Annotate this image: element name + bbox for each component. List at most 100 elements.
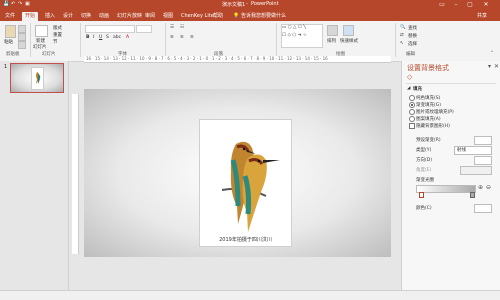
quick-styles-label[interactable]: 快速样式: [340, 38, 358, 44]
fill-section-header[interactable]: 填充: [413, 86, 422, 92]
align-center-icon[interactable]: ≡: [180, 35, 184, 40]
tab-design[interactable]: 设计: [60, 12, 76, 21]
arrange-icon[interactable]: [327, 25, 338, 36]
font-name-dropdown[interactable]: [85, 25, 135, 33]
direction-dropdown[interactable]: [474, 156, 492, 165]
title-bar: 💾 ↶ ↷ ▣ 演示文稿1 - PowerPoint ▭ – ▢ ✕: [0, 0, 500, 10]
maximize-button[interactable]: ▢: [464, 0, 476, 10]
collapse-ribbon-icon[interactable]: ⌃: [490, 51, 494, 56]
fill-bucket-icon[interactable]: ◇: [407, 73, 412, 81]
pane-options-icon[interactable]: ▾: [488, 63, 491, 70]
group-clipboard: 剪贴板: [6, 52, 20, 57]
arrange-label[interactable]: 排列: [327, 38, 336, 44]
gradient-fill-radio[interactable]: [409, 102, 415, 108]
picture-fill-label[interactable]: 图片或纹理填充(P): [416, 109, 454, 115]
shadow-icon[interactable]: S: [106, 35, 109, 40]
align-right-icon[interactable]: ≡: [190, 35, 194, 40]
present-icon[interactable]: ▣: [25, 1, 30, 7]
copy-icon[interactable]: [18, 33, 26, 41]
ribbon-display-icon[interactable]: ▭: [436, 0, 448, 10]
minimize-button[interactable]: –: [450, 0, 462, 10]
shape-icons[interactable]: ▭ ○ △ ⬠ ╲: [282, 25, 306, 30]
bee-eater-birds-image: [221, 141, 280, 232]
pattern-fill-label[interactable]: 图案填充(A): [416, 116, 441, 122]
tab-view[interactable]: 视图: [160, 12, 176, 21]
tab-help[interactable]: 帮助: [210, 12, 226, 21]
reset-button[interactable]: 重置: [53, 32, 62, 38]
find-button[interactable]: 查找: [408, 25, 417, 31]
solid-fill-radio[interactable]: [409, 95, 415, 101]
solid-fill-label[interactable]: 纯色填充(S): [416, 95, 440, 101]
tab-file[interactable]: 文件: [2, 12, 18, 21]
picture-fill-radio[interactable]: [409, 109, 415, 115]
replace-button[interactable]: 替换: [408, 33, 417, 39]
tab-review[interactable]: 审阅: [142, 12, 158, 21]
quick-styles-icon[interactable]: [343, 25, 354, 36]
underline-icon[interactable]: U: [99, 35, 102, 40]
gradient-stops-bar[interactable]: [416, 185, 476, 193]
italic-icon[interactable]: I: [93, 35, 94, 40]
gradient-stop-handle[interactable]: [470, 192, 475, 198]
bullets-icon[interactable]: ☰: [170, 25, 174, 30]
save-icon[interactable]: 💾: [3, 1, 9, 7]
ruler-marks: 16 · 15 · 14 · 13 · 12 · 11 · 10 · 9 · 8…: [86, 56, 328, 61]
align-left-icon[interactable]: ≡: [170, 35, 174, 40]
gradient-stop-handle[interactable]: [419, 192, 424, 198]
shape-icons-row2[interactable]: ☐ ◇ ⬡ ➔ ☆: [282, 33, 307, 38]
redo-icon[interactable]: ↷: [18, 1, 22, 7]
hide-background-checkbox[interactable]: [409, 123, 415, 129]
slide-thumbnail[interactable]: [10, 63, 64, 93]
divider: [30, 23, 31, 57]
close-button[interactable]: ✕: [480, 0, 492, 10]
hide-background-label[interactable]: 隐藏背景图形(H): [416, 123, 450, 129]
title-separator: -: [246, 1, 248, 7]
font-color-icon[interactable]: A: [126, 35, 129, 40]
find-icon[interactable]: 🔍: [400, 25, 406, 30]
layout-button[interactable]: 版式: [53, 25, 62, 31]
new-slide-label-2[interactable]: 幻灯片: [33, 44, 47, 50]
photo-frame[interactable]: 2019年拍摄于四川汶川: [199, 119, 292, 247]
font-size-dropdown[interactable]: [136, 25, 152, 33]
photo-caption[interactable]: 2019年拍摄于四川汶川: [200, 236, 291, 243]
cut-icon[interactable]: [18, 25, 26, 33]
pane-close-icon[interactable]: ✕: [494, 63, 499, 70]
preset-gradient-dropdown[interactable]: [474, 136, 492, 145]
vertical-ruler: [72, 94, 79, 254]
replace-icon[interactable]: ⇄: [400, 33, 404, 38]
group-editing: 编辑: [406, 52, 415, 57]
new-slide-icon[interactable]: [35, 25, 48, 37]
strikethrough-icon[interactable]: abc: [113, 35, 121, 40]
tab-slideshow[interactable]: 幻灯片放映: [114, 12, 145, 21]
format-painter-icon[interactable]: [18, 41, 26, 49]
pattern-fill-radio[interactable]: [409, 116, 415, 122]
select-button[interactable]: 选择: [408, 41, 417, 47]
section-button[interactable]: 节: [53, 39, 58, 45]
type-dropdown[interactable]: 射线: [454, 146, 492, 155]
format-background-pane: 设置背景格式 ▾ ✕ ◇ ◢ 填充 纯色填充(S) 渐变填充(G) 图片或纹理填…: [401, 61, 500, 299]
direction-label: 方向(D): [416, 158, 432, 163]
add-stop-icon[interactable]: ⊕: [478, 184, 483, 191]
color-picker-button[interactable]: [474, 204, 492, 213]
select-icon[interactable]: ↖: [400, 41, 404, 46]
gradient-stops-label: 渐变光圈: [416, 178, 434, 183]
collapse-fill-icon[interactable]: ◢: [407, 86, 410, 91]
app-name: PowerPoint: [251, 1, 279, 7]
ribbon-tabs: 文件 开始 插入 设计 切换 动画 幻灯片放映 审阅 视图 ChenKey Li…: [0, 10, 500, 21]
bold-icon[interactable]: B: [86, 35, 89, 40]
tell-me-input[interactable]: 告诉我您想要做什么: [238, 12, 289, 21]
share-button[interactable]: 共享: [474, 12, 490, 21]
preset-gradient-label: 预设渐变(R): [416, 138, 441, 143]
remove-stop-icon[interactable]: ⊖: [486, 184, 491, 191]
undo-icon[interactable]: ↶: [11, 1, 15, 7]
tab-transitions[interactable]: 切换: [78, 12, 94, 21]
paste-icon[interactable]: [5, 25, 16, 38]
tab-insert[interactable]: 插入: [42, 12, 58, 21]
gradient-fill-label[interactable]: 渐变填充(G): [416, 102, 441, 108]
angle-label: 角度(E): [416, 168, 432, 173]
divider: [276, 23, 277, 57]
tab-animations[interactable]: 动画: [96, 12, 112, 21]
tab-home[interactable]: 开始: [22, 12, 39, 21]
numbering-icon[interactable]: ☷: [180, 25, 184, 30]
paste-label[interactable]: 粘贴: [4, 39, 13, 45]
group-slides: 幻灯片: [42, 52, 56, 57]
